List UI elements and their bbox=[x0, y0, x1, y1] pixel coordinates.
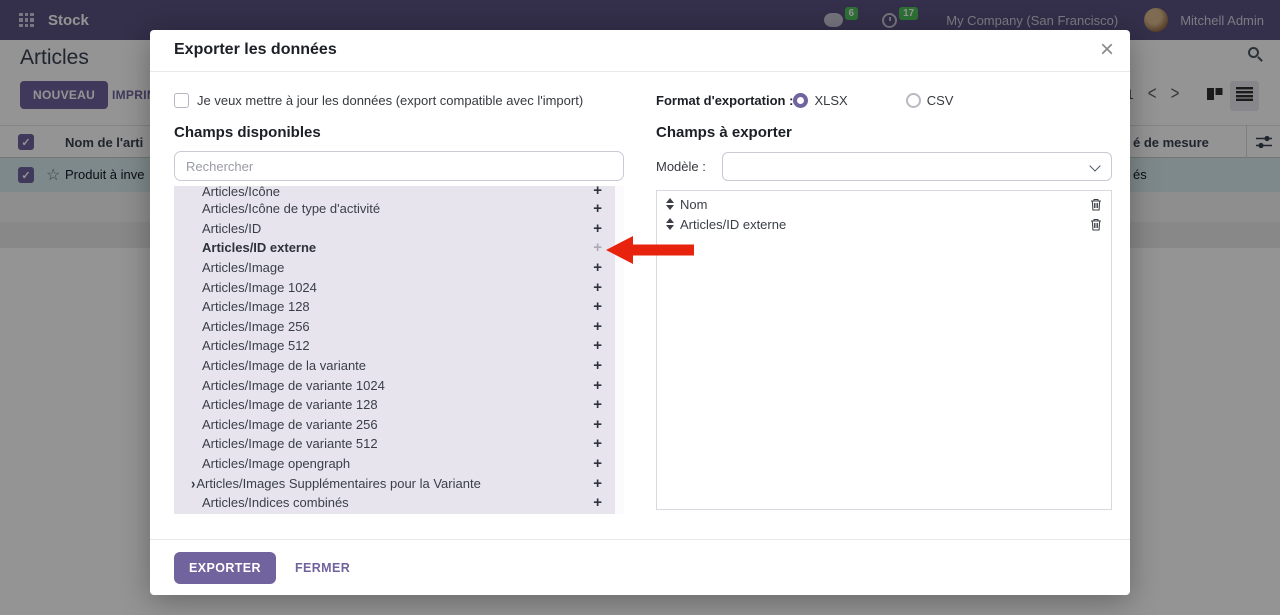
field-label: Articles/Image 1024 bbox=[202, 280, 317, 295]
export-button[interactable]: EXPORTER bbox=[174, 552, 276, 584]
available-field-row[interactable]: › Articles/Image 1024 + bbox=[174, 277, 624, 297]
export-field-label: Nom bbox=[680, 197, 707, 212]
available-field-row[interactable]: › Articles/ID externe + bbox=[174, 238, 624, 258]
available-field-row[interactable]: › Articles/Image de variante 1024 + bbox=[174, 375, 624, 395]
field-label: Articles/Indices combinés bbox=[202, 495, 349, 510]
add-field-icon[interactable]: + bbox=[593, 455, 602, 472]
export-fields-list[interactable]: Nom Articles/ID externe bbox=[656, 190, 1112, 510]
export-field-label: Articles/ID externe bbox=[680, 217, 786, 232]
field-label: Articles/Icône bbox=[202, 186, 280, 199]
add-field-icon[interactable]: + bbox=[593, 200, 602, 217]
available-field-row[interactable]: › Articles/Image 512 + bbox=[174, 336, 624, 356]
remove-field-icon[interactable] bbox=[1090, 218, 1102, 231]
format-radio-option[interactable]: XLSX bbox=[793, 93, 847, 108]
field-label: Articles/ID bbox=[202, 221, 261, 236]
add-field-icon[interactable]: + bbox=[593, 416, 602, 433]
field-label: Articles/Image de la variante bbox=[202, 358, 366, 373]
chevron-down-icon bbox=[1089, 160, 1100, 171]
radio-icon[interactable] bbox=[793, 93, 808, 108]
template-row: Modèle : bbox=[656, 152, 1112, 181]
update-data-option[interactable]: Je veux mettre à jour les données (expor… bbox=[174, 93, 583, 108]
dialog-title: Exporter les données bbox=[174, 41, 337, 59]
add-field-icon[interactable]: + bbox=[593, 279, 602, 296]
available-field-row[interactable]: › Articles/Image de variante 512 + bbox=[174, 434, 624, 454]
field-label: Articles/Icône de type d'activité bbox=[202, 201, 380, 216]
expand-icon[interactable]: › bbox=[191, 475, 195, 492]
template-label: Modèle : bbox=[656, 159, 722, 174]
export-field-row[interactable]: Nom bbox=[657, 194, 1111, 214]
add-field-icon[interactable]: + bbox=[593, 318, 602, 335]
available-field-row[interactable]: › Articles/Image de variante 256 + bbox=[174, 415, 624, 435]
field-label: Articles/Image 128 bbox=[202, 299, 310, 314]
available-field-row[interactable]: › Articles/Image 128 + bbox=[174, 297, 624, 317]
add-field-icon[interactable]: + bbox=[593, 220, 602, 237]
available-field-row[interactable]: › Articles/Indices combinés + bbox=[174, 493, 624, 513]
available-field-row[interactable]: › Articles/ID + bbox=[174, 219, 624, 239]
field-label: Articles/Image de variante 128 bbox=[202, 397, 378, 412]
dialog-footer: EXPORTER FERMER bbox=[150, 539, 1130, 595]
available-field-row[interactable]: › Articles/Images Supplémentaires pour l… bbox=[174, 473, 624, 493]
available-field-row[interactable]: › Articles/Image 256 + bbox=[174, 317, 624, 337]
available-fields-list[interactable]: › Articles/Icône + › Articles/Icône de t… bbox=[174, 186, 624, 514]
export-fields-heading: Champs à exporter bbox=[656, 124, 792, 141]
available-field-row[interactable]: › Articles/Icône de type d'activité + bbox=[174, 199, 624, 219]
field-label: Articles/Image bbox=[202, 260, 284, 275]
add-field-icon[interactable]: + bbox=[593, 396, 602, 413]
add-field-icon[interactable]: + bbox=[593, 337, 602, 354]
available-field-row[interactable]: › Articles/Image + bbox=[174, 258, 624, 278]
export-format-row: Format d'exportation : XLSX CSV bbox=[656, 93, 953, 108]
add-field-icon[interactable]: + bbox=[593, 298, 602, 315]
radio-icon[interactable] bbox=[906, 93, 921, 108]
available-field-row[interactable]: › Articles/Image de variante 128 + bbox=[174, 395, 624, 415]
update-data-label: Je veux mettre à jour les données (expor… bbox=[197, 93, 583, 108]
field-label: Articles/Image de variante 1024 bbox=[202, 378, 385, 393]
available-field-row[interactable]: › Articles/Icône + bbox=[174, 186, 624, 199]
add-field-icon[interactable]: + bbox=[593, 259, 602, 276]
radio-label: CSV bbox=[927, 93, 954, 108]
field-label: Articles/Image opengraph bbox=[202, 456, 350, 471]
remove-field-icon[interactable] bbox=[1090, 198, 1102, 211]
export-format-label: Format d'exportation : bbox=[656, 93, 793, 108]
available-fields-heading: Champs disponibles bbox=[174, 124, 321, 141]
add-field-icon[interactable]: + bbox=[593, 435, 602, 452]
update-data-checkbox[interactable] bbox=[174, 93, 189, 108]
add-field-icon[interactable]: + bbox=[593, 239, 602, 256]
radio-label: XLSX bbox=[814, 93, 847, 108]
field-label: Articles/Image 512 bbox=[202, 338, 310, 353]
field-label: Articles/ID externe bbox=[202, 240, 316, 255]
add-field-icon[interactable]: + bbox=[593, 357, 602, 374]
drag-handle-icon[interactable] bbox=[666, 198, 674, 210]
available-field-row[interactable]: › Articles/Image opengraph + bbox=[174, 454, 624, 474]
add-field-icon[interactable]: + bbox=[593, 186, 602, 199]
available-field-row[interactable]: › Articles/Image de la variante + bbox=[174, 356, 624, 376]
annotation-arrow bbox=[606, 235, 696, 265]
field-label: Articles/Images Supplémentaires pour la … bbox=[196, 476, 480, 491]
add-field-icon[interactable]: + bbox=[593, 377, 602, 394]
export-dialog: Exporter les données × Je veux mettre à … bbox=[150, 30, 1130, 595]
template-select[interactable] bbox=[722, 152, 1112, 181]
format-options: XLSX CSV bbox=[793, 93, 953, 108]
dialog-header: Exporter les données × bbox=[150, 30, 1130, 72]
field-label: Articles/Image 256 bbox=[202, 319, 310, 334]
fermer-button[interactable]: FERMER bbox=[295, 561, 350, 575]
drag-handle-icon[interactable] bbox=[666, 218, 674, 230]
add-field-icon[interactable]: + bbox=[593, 494, 602, 511]
format-radio-option[interactable]: CSV bbox=[906, 93, 954, 108]
field-label: Articles/Image de variante 256 bbox=[202, 417, 378, 432]
field-label: Articles/Image de variante 512 bbox=[202, 436, 378, 451]
export-field-row[interactable]: Articles/ID externe bbox=[657, 214, 1111, 234]
add-field-icon[interactable]: + bbox=[593, 475, 602, 492]
search-fields-input[interactable] bbox=[174, 151, 624, 181]
close-icon[interactable]: × bbox=[1100, 34, 1114, 65]
